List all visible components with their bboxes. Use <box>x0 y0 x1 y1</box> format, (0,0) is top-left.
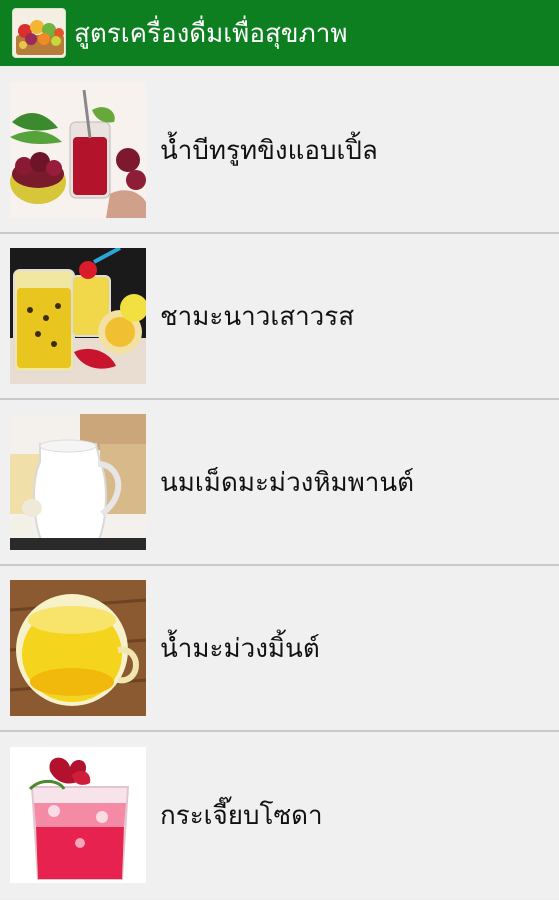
list-item-mango-mint-juice[interactable]: น้ำมะม่วงมิ้นต์ <box>0 566 559 732</box>
list-item-passion-fruit-lemon-tea[interactable]: ชามะนาวเสาวรส <box>0 234 559 400</box>
mango-mint-juice-image <box>10 580 146 716</box>
app-title: สูตรเครื่องดื่มเพื่อสุขภาพ <box>74 18 348 49</box>
drink-name: นมเม็ดมะม่วงหิมพานต์ <box>160 467 415 498</box>
list-item-roselle-soda[interactable]: กระเจี๊ยบโซดา <box>0 732 559 898</box>
fruit-basket-icon[interactable] <box>12 8 66 58</box>
drink-list: น้ำบีทรูทขิงแอบเปิ้ล ชามะนาวเสาวรส นมเม็… <box>0 68 559 898</box>
list-item-cashew-milk[interactable]: นมเม็ดมะม่วงหิมพานต์ <box>0 400 559 566</box>
roselle-soda-image <box>10 747 146 883</box>
beetroot-apple-juice-image <box>10 82 146 218</box>
drink-name: น้ำมะม่วงมิ้นต์ <box>160 633 320 664</box>
drink-name: กระเจี๊ยบโซดา <box>160 800 323 831</box>
app-root: สูตรเครื่องดื่มเพื่อสุขภาพ น้ำบีทรูทขิงแ… <box>0 0 559 900</box>
list-item-beetroot-apple-juice[interactable]: น้ำบีทรูทขิงแอบเปิ้ล <box>0 68 559 234</box>
drink-name: ชามะนาวเสาวรส <box>160 301 355 332</box>
action-bar: สูตรเครื่องดื่มเพื่อสุขภาพ <box>0 0 559 66</box>
passion-fruit-lemon-tea-image <box>10 248 146 384</box>
cashew-milk-image <box>10 414 146 550</box>
drink-name: น้ำบีทรูทขิงแอบเปิ้ล <box>160 135 378 166</box>
